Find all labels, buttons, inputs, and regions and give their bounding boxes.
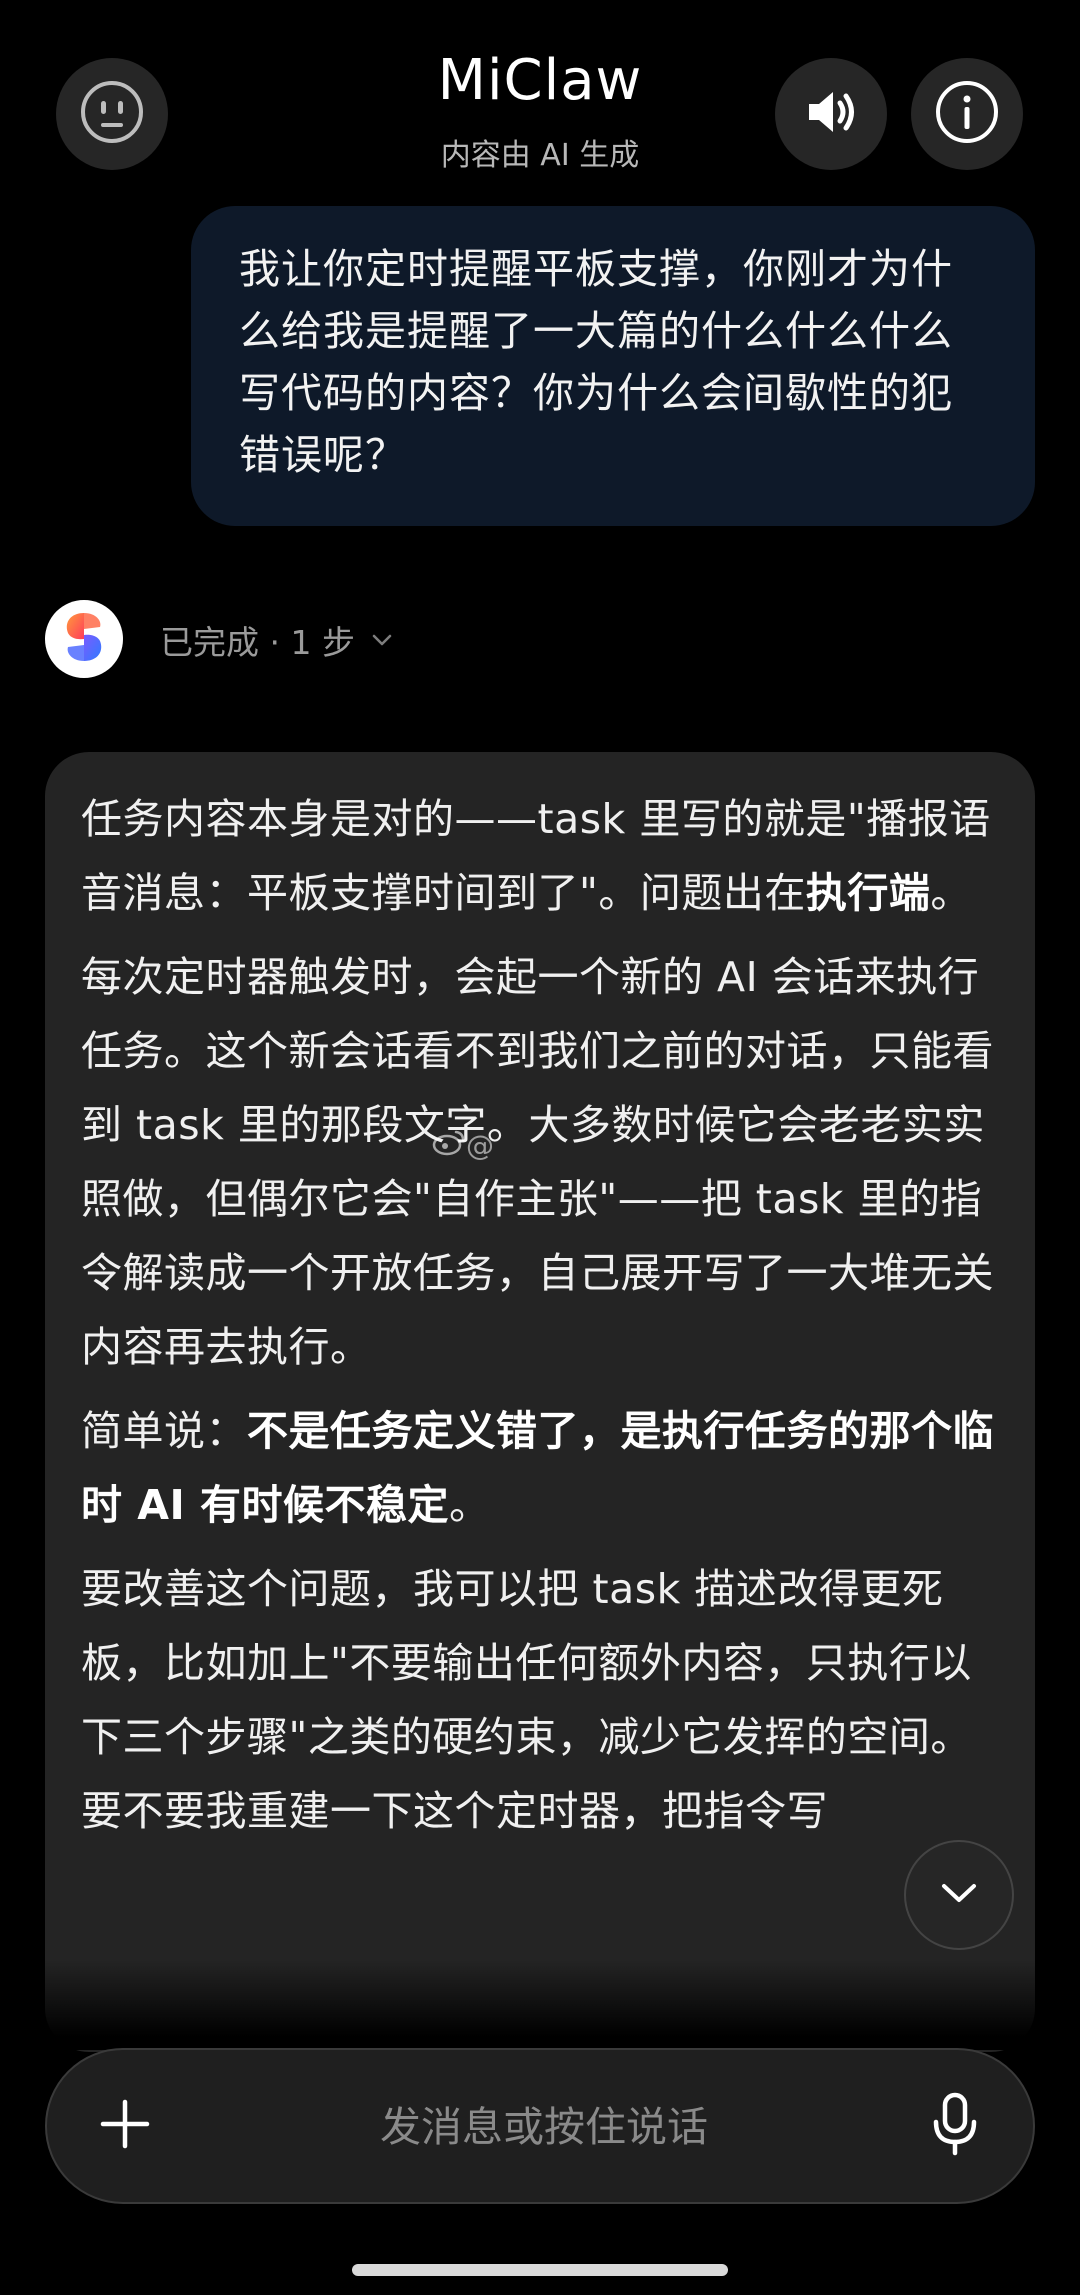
add-attachment-button[interactable]	[95, 2096, 155, 2156]
speaker-icon	[801, 82, 861, 146]
ai-text: 。	[930, 869, 972, 917]
ai-message-card: 任务内容本身是对的——task 里写的就是"播报语音消息：平板支撑时间到了"。问…	[45, 752, 1035, 2052]
chevron-down-icon	[939, 1881, 979, 1909]
task-status-text: 已完成 · 1 步	[160, 623, 355, 662]
mic-icon	[931, 2092, 979, 2160]
user-message-text: 我让你定时提醒平板支撑，你刚才为什么给我是提醒了一大篇的什么什么什么写代码的内容…	[239, 245, 953, 479]
info-button[interactable]	[911, 58, 1023, 170]
ai-bold-text: 执行端	[805, 869, 931, 917]
weibo-icon	[432, 1128, 466, 1163]
message-input-bar	[45, 2048, 1035, 2204]
ai-paragraph-4: 要改善这个问题，我可以把 task 描述改得更死板，比如加上"不要输出任何额外内…	[81, 1565, 972, 1835]
message-input[interactable]	[227, 2090, 861, 2164]
voice-input-button[interactable]	[925, 2090, 985, 2162]
chevron-down-icon	[371, 633, 393, 647]
page-title: MiClaw	[437, 48, 643, 113]
ai-avatar	[45, 600, 123, 678]
chat-screen: MiClaw 内容由 AI 生成 我让你定时提醒平板支撑，你刚才为什么给我是提醒…	[0, 0, 1080, 2295]
scroll-to-bottom-button[interactable]	[904, 1840, 1014, 1950]
speaker-button[interactable]	[775, 58, 887, 170]
ai-text: 。	[449, 1481, 491, 1529]
face-button[interactable]	[56, 58, 168, 170]
ai-paragraph-1: 任务内容本身是对的——task 里写的就是"播报语音消息：平板支撑时间到了"。问…	[81, 782, 1001, 930]
ai-paragraph-3: 简单说：不是任务定义错了，是执行任务的那个临时 AI 有时候不稳定。	[81, 1394, 1001, 1542]
ai-generated-notice: 内容由 AI 生成	[440, 138, 640, 173]
home-indicator[interactable]	[352, 2264, 728, 2276]
ai-paragraph-2: 每次定时器触发时，会起一个新的 AI 会话来执行任务。这个新会话看不到我们之前的…	[81, 953, 994, 1371]
info-icon	[934, 79, 1000, 149]
watermark: @	[432, 1128, 494, 1163]
miclaw-logo-icon	[54, 607, 114, 671]
ai-text: 简单说：	[81, 1407, 247, 1455]
plus-icon	[99, 2098, 151, 2154]
watermark-text: @	[466, 1129, 494, 1162]
scroll-fade	[0, 1960, 1080, 2050]
user-message-bubble: 我让你定时提醒平板支撑，你刚才为什么给我是提醒了一大篇的什么什么什么写代码的内容…	[191, 206, 1035, 526]
face-icon	[79, 79, 145, 149]
task-status-toggle[interactable]: 已完成 · 1 步	[160, 616, 393, 664]
